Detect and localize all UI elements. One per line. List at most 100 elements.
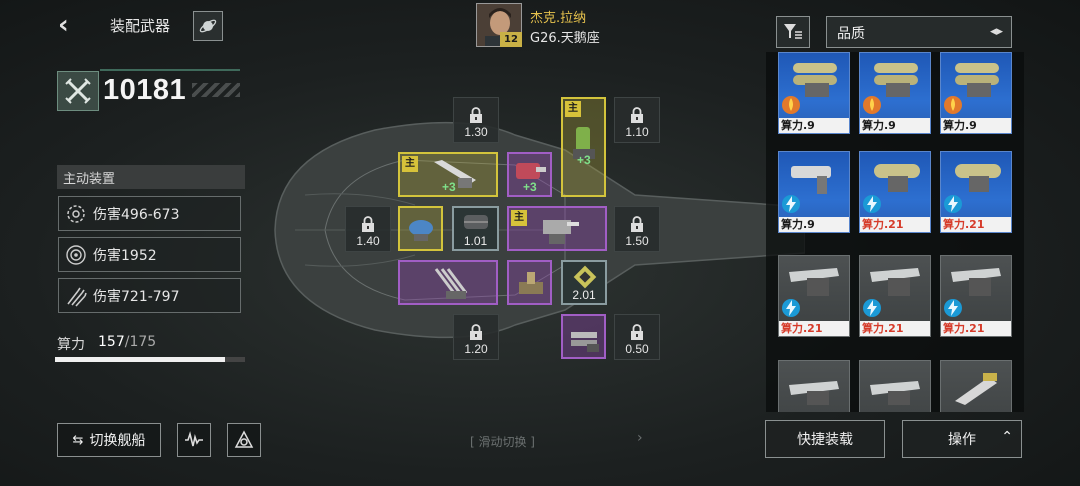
filter-icon [784,24,802,39]
weapon-slot-turret[interactable]: +3 [507,152,552,197]
gear-ring-icon [65,203,87,225]
locked-slot[interactable]: 0.50 [614,314,660,360]
compute-max: /175 [124,334,157,350]
crossed-swords-icon [65,78,91,104]
weapon-slot-main-cannon[interactable]: 主 +3 [561,97,606,197]
active-device-label: 伤害496-673 [93,206,180,223]
lock-icon [631,107,643,123]
switch-ship-button[interactable]: ⇆ 切换舰船 [57,423,161,457]
card-compute-label: 算力.21 [941,217,1011,232]
lock-icon [631,324,643,340]
active-device-2[interactable]: 伤害1952 [58,237,241,272]
inventory-card[interactable]: 算力.9 [778,151,850,233]
orb-icon [65,244,87,266]
inventory-card[interactable]: 算力.9 [940,52,1012,134]
twin-missile-pod-icon [793,63,837,97]
locked-slot[interactable]: 1.20 [453,314,499,360]
card-compute-label: 算力.9 [779,217,849,232]
mortar-icon [519,272,543,294]
inventory-card[interactable] [859,360,931,412]
pilot-level-badge: 12 [500,32,522,47]
twin-missile-pod-icon [955,63,999,97]
compute-used: 157 [98,334,125,350]
weapon-slot-small-cannon[interactable] [398,206,443,251]
upgrade-level: +3 [442,180,456,194]
lightning-element-icon [863,299,881,317]
active-device-1[interactable]: 伤害496-673 [58,196,241,231]
active-device-3[interactable]: 伤害721-797 [58,278,241,313]
quality-sort-dropdown[interactable]: 品质 ◂▸ [826,16,1012,48]
weapon-slot-canister[interactable]: 1.01 [452,206,499,251]
torpedo-launcher-icon [874,164,920,192]
weapon-inventory-grid[interactable]: 算力.9 算力.9 算力.9 算力.9 算力.21 算力.21 算力.21 算力… [766,52,1024,412]
locked-slot[interactable]: 1.10 [614,97,660,143]
slot-capacity: 1.20 [464,342,488,356]
compute-bar-fill [55,357,226,362]
locked-slot[interactable]: 1.50 [614,206,660,252]
operate-button[interactable]: 操作 ⌃ [902,420,1022,458]
inventory-card[interactable] [940,360,1012,412]
energy-cannon-icon [791,166,831,194]
weapon-slot-main-railgun[interactable]: 主 +3 [398,152,498,197]
planet-icon-button[interactable] [193,11,223,41]
active-device-label: 伤害1952 [93,247,157,264]
waveform-button[interactable] [177,423,211,457]
railgun-icon [951,268,1001,296]
blue-cannon-icon [409,220,433,241]
card-compute-label: 算力.9 [941,118,1011,133]
locked-slot[interactable]: 1.30 [453,97,499,143]
gatling-icon [543,220,579,244]
weapon-slot-mortar[interactable] [507,260,552,305]
torpedo-launcher-icon [955,164,1001,192]
quick-equip-label: 快捷装载 [797,432,853,448]
back-button[interactable]: ‹ [58,12,80,38]
inventory-card[interactable]: 算力.21 [778,255,850,337]
locked-slot[interactable]: 1.40 [345,206,391,252]
slot-capacity: 2.01 [572,288,596,302]
railgun-icon [870,381,920,405]
upgrade-level: +3 [523,180,537,194]
power-decor-stripes [192,83,240,97]
quality-sort-label: 品质 [837,26,865,42]
card-compute-label: 算力.21 [860,217,930,232]
inventory-card[interactable]: 算力.9 [859,52,931,134]
weapon-slot-module[interactable]: 2.01 [561,260,607,305]
inventory-card[interactable]: 算力.21 [859,151,931,233]
active-devices-heading: 主动装置 [57,165,245,189]
weapon-slot-launcher[interactable] [398,260,498,305]
combat-power-value: 10181 [103,74,187,106]
filter-button[interactable] [776,16,810,48]
weapon-slot-main-gatling[interactable]: 主 [507,206,607,251]
formation-button[interactable] [227,423,261,457]
inventory-card[interactable] [778,360,850,412]
quick-equip-button[interactable]: 快捷装载 [765,420,885,458]
weapon-slot-twin-gun[interactable] [561,314,606,359]
swipe-arrow-icon: › [637,430,643,446]
main-weapon-tag: 主 [511,210,527,226]
railgun-icon [789,381,839,405]
active-device-label: 伤害721-797 [93,288,180,305]
swipe-switch-hint: [ 滑动切换 ] [470,435,535,449]
twin-gun-icon [571,332,599,352]
card-compute-label: 算力.9 [860,118,930,133]
combat-power-emblem [57,71,99,111]
lock-icon [470,324,482,340]
lightning-element-icon [944,195,962,213]
main-weapon-tag: 主 [565,101,581,117]
main-weapon-tag: 主 [402,156,418,172]
compute-label: 算力 [57,337,85,353]
railgun-icon [870,268,920,296]
inventory-card[interactable]: 算力.21 [940,151,1012,233]
missiles-icon [65,285,87,307]
inventory-card[interactable]: 算力.21 [859,255,931,337]
inventory-card[interactable]: 算力.9 [778,52,850,134]
lightning-element-icon [863,195,881,213]
operate-label: 操作 [948,432,976,448]
lightning-element-icon [944,299,962,317]
pilot-name: 杰克.拉纳 [530,11,587,26]
lock-icon [470,107,482,123]
inventory-card[interactable]: 算力.21 [940,255,1012,337]
card-compute-label: 算力.9 [779,118,849,133]
twin-missile-pod-icon [874,63,918,97]
switch-ship-label: 切换舰船 [89,433,146,449]
